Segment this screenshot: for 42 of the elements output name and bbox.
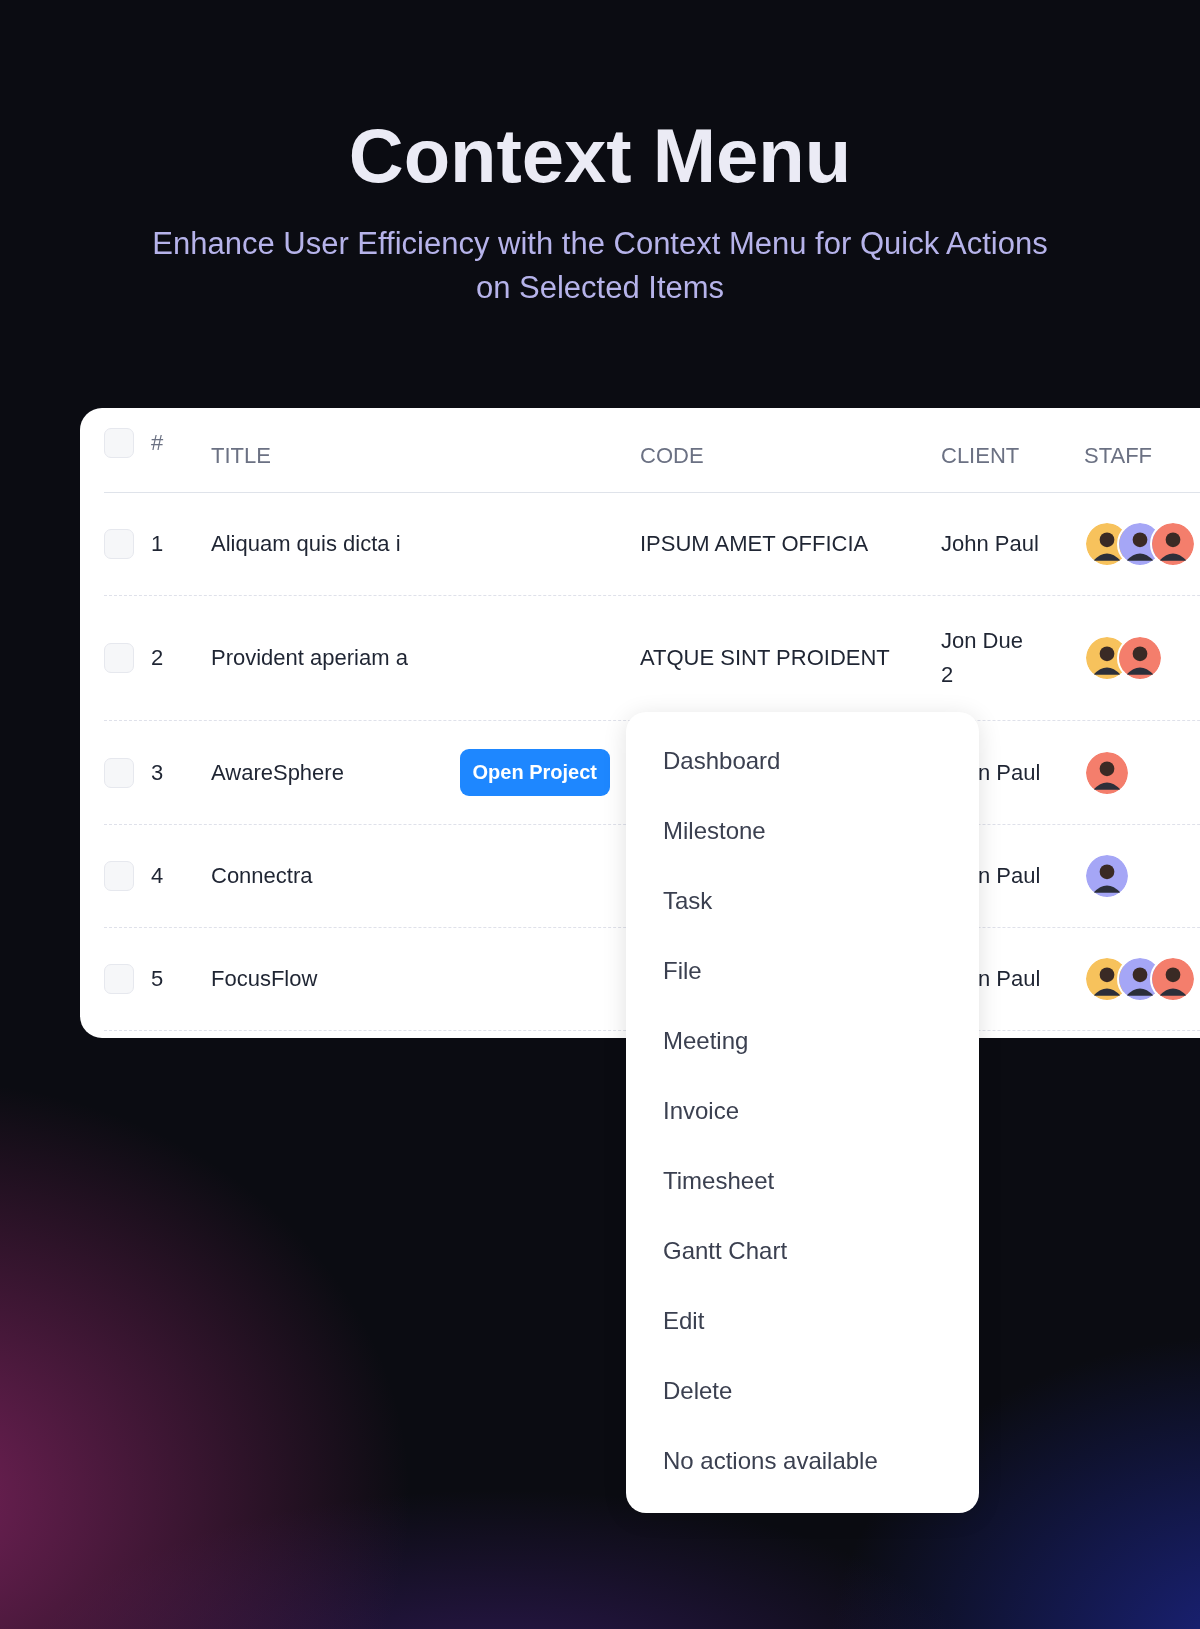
column-header: CLIENT bbox=[941, 443, 1021, 469]
menu-item[interactable]: Edit bbox=[626, 1286, 979, 1356]
checkbox[interactable] bbox=[104, 529, 134, 559]
menu-item[interactable]: Task bbox=[626, 866, 979, 936]
client-name: Jon Due 2 bbox=[941, 627, 1024, 689]
checkbox[interactable] bbox=[104, 964, 134, 994]
open-project-button[interactable]: Open Project bbox=[459, 749, 610, 796]
project-title: Connectra bbox=[211, 862, 313, 890]
client-name: n Paul bbox=[978, 758, 1042, 787]
menu-item[interactable]: Timesheet bbox=[626, 1146, 979, 1216]
menu-item[interactable]: Meeting bbox=[626, 1006, 979, 1076]
row-number: 4 bbox=[151, 862, 165, 890]
project-title: AwareSphere bbox=[211, 758, 344, 787]
menu-item[interactable]: Gantt Chart bbox=[626, 1216, 979, 1286]
menu-item[interactable]: File bbox=[626, 936, 979, 1006]
checkbox[interactable] bbox=[104, 757, 134, 788]
column-header: STAFF bbox=[1084, 443, 1154, 469]
column-header: TITLE bbox=[211, 443, 272, 469]
menu-item[interactable]: Milestone bbox=[626, 796, 979, 866]
row-number: 2 bbox=[151, 644, 165, 672]
row-number: 5 bbox=[151, 965, 165, 993]
menu-item[interactable]: Invoice bbox=[626, 1076, 979, 1146]
page-subtitle: Enhance User Efficiency with the Context Menu for Quick Actions on Selected Items bbox=[151, 225, 1049, 307]
client-name: n Paul bbox=[978, 862, 1042, 890]
checkbox[interactable] bbox=[104, 861, 134, 891]
project-title: FocusFlow bbox=[211, 965, 318, 993]
project-code: IPSUM AMET OFFICIA bbox=[640, 531, 869, 556]
row-number: 3 bbox=[151, 758, 165, 787]
project-title: Aliquam quis dicta i bbox=[211, 530, 401, 558]
menu-item[interactable]: Dashboard bbox=[626, 726, 979, 796]
project-code: ATQUE SINT PROIDENT bbox=[640, 645, 890, 670]
column-header: # bbox=[151, 430, 165, 456]
menu-item[interactable]: Delete bbox=[626, 1356, 979, 1426]
page-title: Context Menu bbox=[348, 112, 852, 200]
menu-item[interactable]: No actions available bbox=[626, 1426, 979, 1496]
row-number: 1 bbox=[151, 530, 165, 558]
column-header: CODE bbox=[640, 443, 705, 469]
checkbox[interactable] bbox=[104, 643, 134, 673]
project-title: Provident aperiam a bbox=[211, 644, 408, 672]
checkbox[interactable] bbox=[104, 428, 134, 458]
client-name: John Paul bbox=[941, 530, 1040, 558]
client-name: n Paul bbox=[978, 965, 1042, 993]
